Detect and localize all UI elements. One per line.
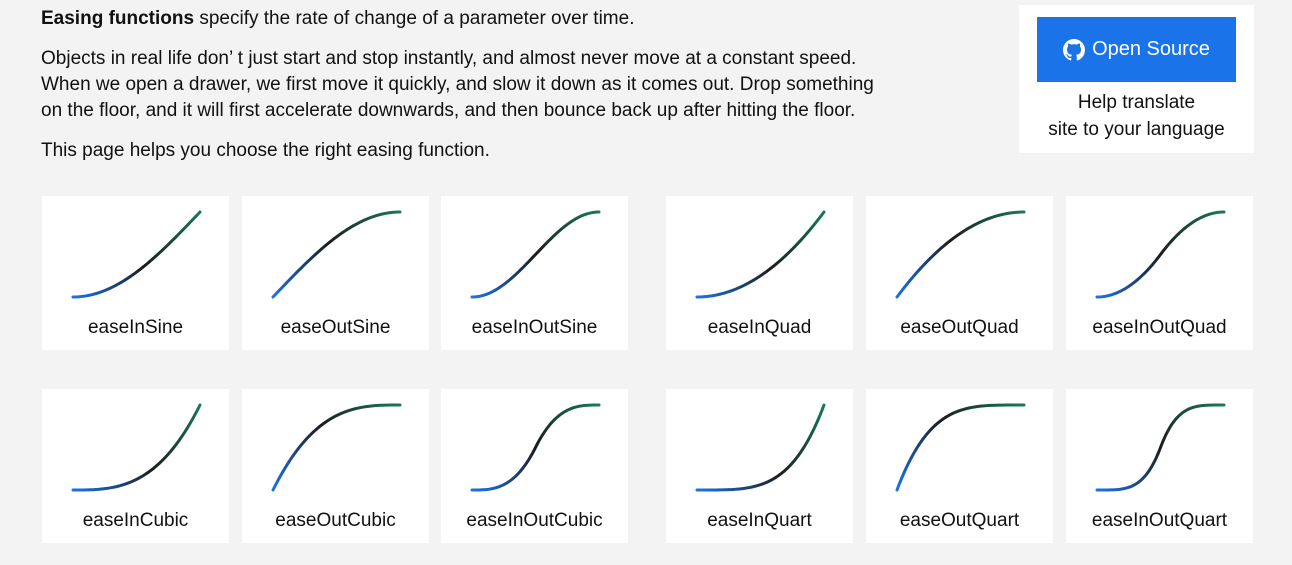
easing-card-easeOutQuart[interactable]: easeOutQuart bbox=[866, 389, 1053, 543]
easing-card-easeOutSine[interactable]: easeOutSine bbox=[242, 196, 429, 350]
easing-card-label: easeInOutQuart bbox=[1091, 510, 1228, 531]
intro-desc-line: When we open a drawer, we first move it … bbox=[41, 74, 874, 95]
easing-curve-line bbox=[71, 210, 202, 299]
translate-help-text[interactable]: Help translate site to your language bbox=[1019, 89, 1254, 143]
easing-card-label: easeInSine bbox=[87, 317, 184, 338]
easing-curve-graph bbox=[470, 210, 601, 299]
intro-lead-bold: Easing functions bbox=[41, 8, 195, 29]
intro-lead-rest: specify the rate of change of a paramete… bbox=[194, 8, 635, 29]
easing-card-easeInQuart[interactable]: easeInQuart bbox=[666, 389, 853, 543]
easing-curve-graph bbox=[1095, 403, 1226, 492]
easing-curve-graph bbox=[895, 403, 1026, 492]
easing-curve-line bbox=[71, 403, 202, 492]
open-source-card: Open Source Help translate site to your … bbox=[1019, 5, 1254, 153]
easing-card-easeInOutQuad[interactable]: easeInOutQuad bbox=[1066, 196, 1253, 350]
easing-curve-line bbox=[1095, 210, 1226, 299]
easing-curve-line bbox=[271, 403, 402, 492]
easing-card-label: easeOutQuart bbox=[899, 510, 1020, 531]
easing-card-easeInCubic[interactable]: easeInCubic bbox=[42, 389, 229, 543]
easing-card-label: easeInOutCubic bbox=[466, 510, 603, 531]
easing-curve-line bbox=[695, 210, 826, 299]
easing-curve-line bbox=[695, 403, 826, 492]
open-source-button[interactable]: Open Source bbox=[1037, 17, 1236, 82]
easing-card-label: easeOutCubic bbox=[275, 510, 396, 531]
easing-card-easeInSine[interactable]: easeInSine bbox=[42, 196, 229, 350]
easing-curve-line bbox=[1095, 403, 1226, 492]
easing-curve-graph bbox=[1095, 210, 1226, 299]
easing-card-easeInOutQuart[interactable]: easeInOutQuart bbox=[1066, 389, 1253, 543]
easing-card-label: easeInOutSine bbox=[471, 317, 598, 338]
easing-card-label: easeInOutQuad bbox=[1092, 317, 1227, 338]
easing-curve-graph bbox=[695, 403, 826, 492]
intro-help-text: This page helps you choose the right eas… bbox=[41, 140, 490, 161]
translate-help-line: Help translate bbox=[1077, 92, 1196, 113]
translate-help-line: site to your language bbox=[1048, 119, 1225, 140]
easing-curve-line bbox=[271, 210, 402, 299]
easing-card-easeOutCubic[interactable]: easeOutCubic bbox=[242, 389, 429, 543]
intro-lead: Easing functions specify the rate of cha… bbox=[41, 6, 971, 32]
easing-card-easeInOutSine[interactable]: easeInOutSine bbox=[441, 196, 628, 350]
easing-curve-graph bbox=[895, 210, 1026, 299]
easing-curve-graph bbox=[695, 210, 826, 299]
easing-card-label: easeInQuart bbox=[707, 510, 812, 531]
easing-card-label: easeInQuad bbox=[707, 317, 812, 338]
intro-desc-line: Objects in real life don’ t just start a… bbox=[41, 48, 857, 69]
easing-card-easeInOutCubic[interactable]: easeInOutCubic bbox=[441, 389, 628, 543]
easing-card-label: easeOutSine bbox=[280, 317, 391, 338]
easing-card-easeInQuad[interactable]: easeInQuad bbox=[666, 196, 853, 350]
easing-curve-graph bbox=[271, 210, 402, 299]
open-source-button-label: Open Source bbox=[1092, 38, 1210, 60]
easing-curve-line bbox=[470, 403, 601, 492]
intro-description: Objects in real life don’ t just start a… bbox=[41, 46, 971, 124]
easing-curve-graph bbox=[271, 403, 402, 492]
easing-card-label: easeInCubic bbox=[82, 510, 189, 531]
intro-desc-line: on the floor, and it will first accelera… bbox=[41, 100, 856, 121]
easing-curve-graph bbox=[470, 403, 601, 492]
intro-text: Easing functions specify the rate of cha… bbox=[41, 6, 971, 164]
easing-curve-line bbox=[470, 210, 601, 299]
easing-curve-graph bbox=[71, 210, 202, 299]
easing-card-label: easeOutQuad bbox=[900, 317, 1019, 338]
easing-card-easeOutQuad[interactable]: easeOutQuad bbox=[866, 196, 1053, 350]
easing-curve-line bbox=[895, 403, 1026, 492]
easing-curve-line bbox=[895, 210, 1026, 299]
easing-curve-graph bbox=[71, 403, 202, 492]
github-icon bbox=[1063, 38, 1086, 60]
